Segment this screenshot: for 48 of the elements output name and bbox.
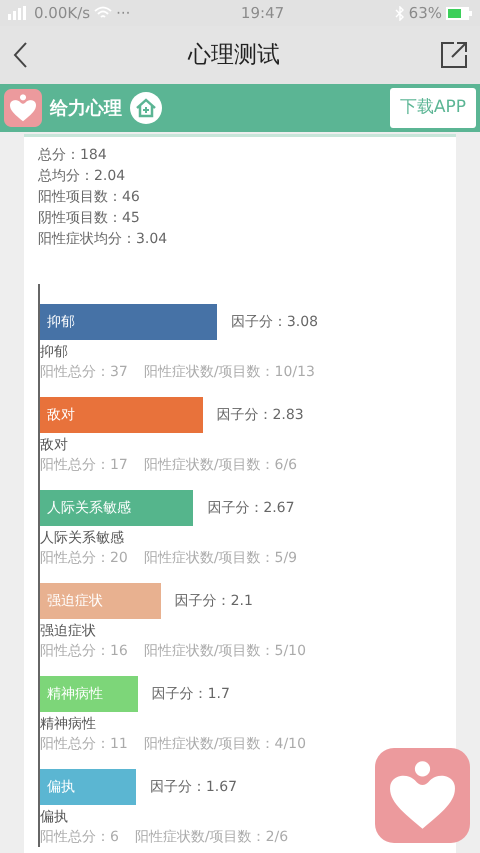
symptom-ratio: 阳性症状数/项目数：4/10 bbox=[144, 735, 306, 754]
more-text: ··· bbox=[116, 2, 130, 24]
brand-name: 给力心理 bbox=[50, 96, 122, 120]
bar: 抑郁 bbox=[40, 304, 217, 340]
symptom-ratio: 阳性症状数/项目数：5/9 bbox=[144, 549, 298, 568]
app-logo-icon bbox=[4, 89, 42, 127]
symptom-ratio: 阳性症状数/项目数：10/13 bbox=[144, 363, 315, 382]
share-icon[interactable] bbox=[440, 41, 468, 69]
factor-name: 敌对 bbox=[40, 436, 69, 455]
bar: 敌对 bbox=[40, 397, 203, 433]
positive-total: 阳性总分：6 bbox=[40, 828, 119, 847]
wifi-icon bbox=[94, 6, 112, 20]
download-button[interactable]: 下载APP bbox=[390, 88, 476, 128]
summary-text: 总均分：2.04 bbox=[38, 167, 126, 186]
summary-text: 阴性项目数：45 bbox=[38, 209, 141, 228]
factor-score: 因子分：1.67 bbox=[150, 778, 238, 796]
bar: 精神病性 bbox=[40, 676, 138, 712]
bar: 强迫症状 bbox=[40, 583, 161, 619]
factor-name: 人际关系敏感 bbox=[40, 529, 125, 548]
factor-score: 因子分：3.08 bbox=[230, 312, 318, 332]
symptom-ratio: 阳性症状数/项目数：5/10 bbox=[144, 642, 306, 661]
factor-score: 因子分：2.1 bbox=[174, 592, 253, 610]
back-icon[interactable] bbox=[12, 41, 28, 69]
bar: 人际关系敏感 bbox=[40, 490, 194, 526]
bluetooth-icon bbox=[394, 6, 405, 20]
factor-name: 偏执 bbox=[40, 808, 69, 827]
factor-score: 因子分：2.67 bbox=[207, 498, 294, 518]
positive-total: 阳性总分：37 bbox=[40, 363, 128, 382]
positive-total: 阳性总分：17 bbox=[40, 456, 128, 475]
bar: 偏执 bbox=[40, 769, 136, 805]
battery-icon bbox=[446, 6, 472, 20]
positive-total: 阳性总分：11 bbox=[40, 735, 128, 754]
summary-text: 阳性症状均分：3.04 bbox=[38, 230, 168, 249]
summary-text: 阳性项目数：46 bbox=[38, 188, 141, 207]
battery-percent: 63% bbox=[408, 2, 442, 24]
positive-total: 阳性总分：16 bbox=[40, 642, 128, 661]
network-speed: 0.00K/s bbox=[34, 2, 90, 24]
symptom-ratio: 阳性症状数/项目数：6/6 bbox=[144, 456, 298, 475]
symptom-ratio: 阳性症状数/项目数：2/6 bbox=[134, 828, 288, 847]
factor-name: 强迫症状 bbox=[40, 622, 97, 641]
clock: 19:47 bbox=[240, 4, 284, 22]
positive-total: 阳性总分：20 bbox=[40, 549, 128, 568]
factor-score: 因子分：1.7 bbox=[152, 684, 230, 704]
factor-score: 因子分：2.83 bbox=[216, 406, 304, 424]
factor-name: 抑郁 bbox=[40, 343, 69, 362]
factor-name: 精神病性 bbox=[40, 715, 97, 734]
summary-text: 总分：184 bbox=[38, 146, 108, 165]
page-title: 心理测试 bbox=[188, 42, 280, 68]
